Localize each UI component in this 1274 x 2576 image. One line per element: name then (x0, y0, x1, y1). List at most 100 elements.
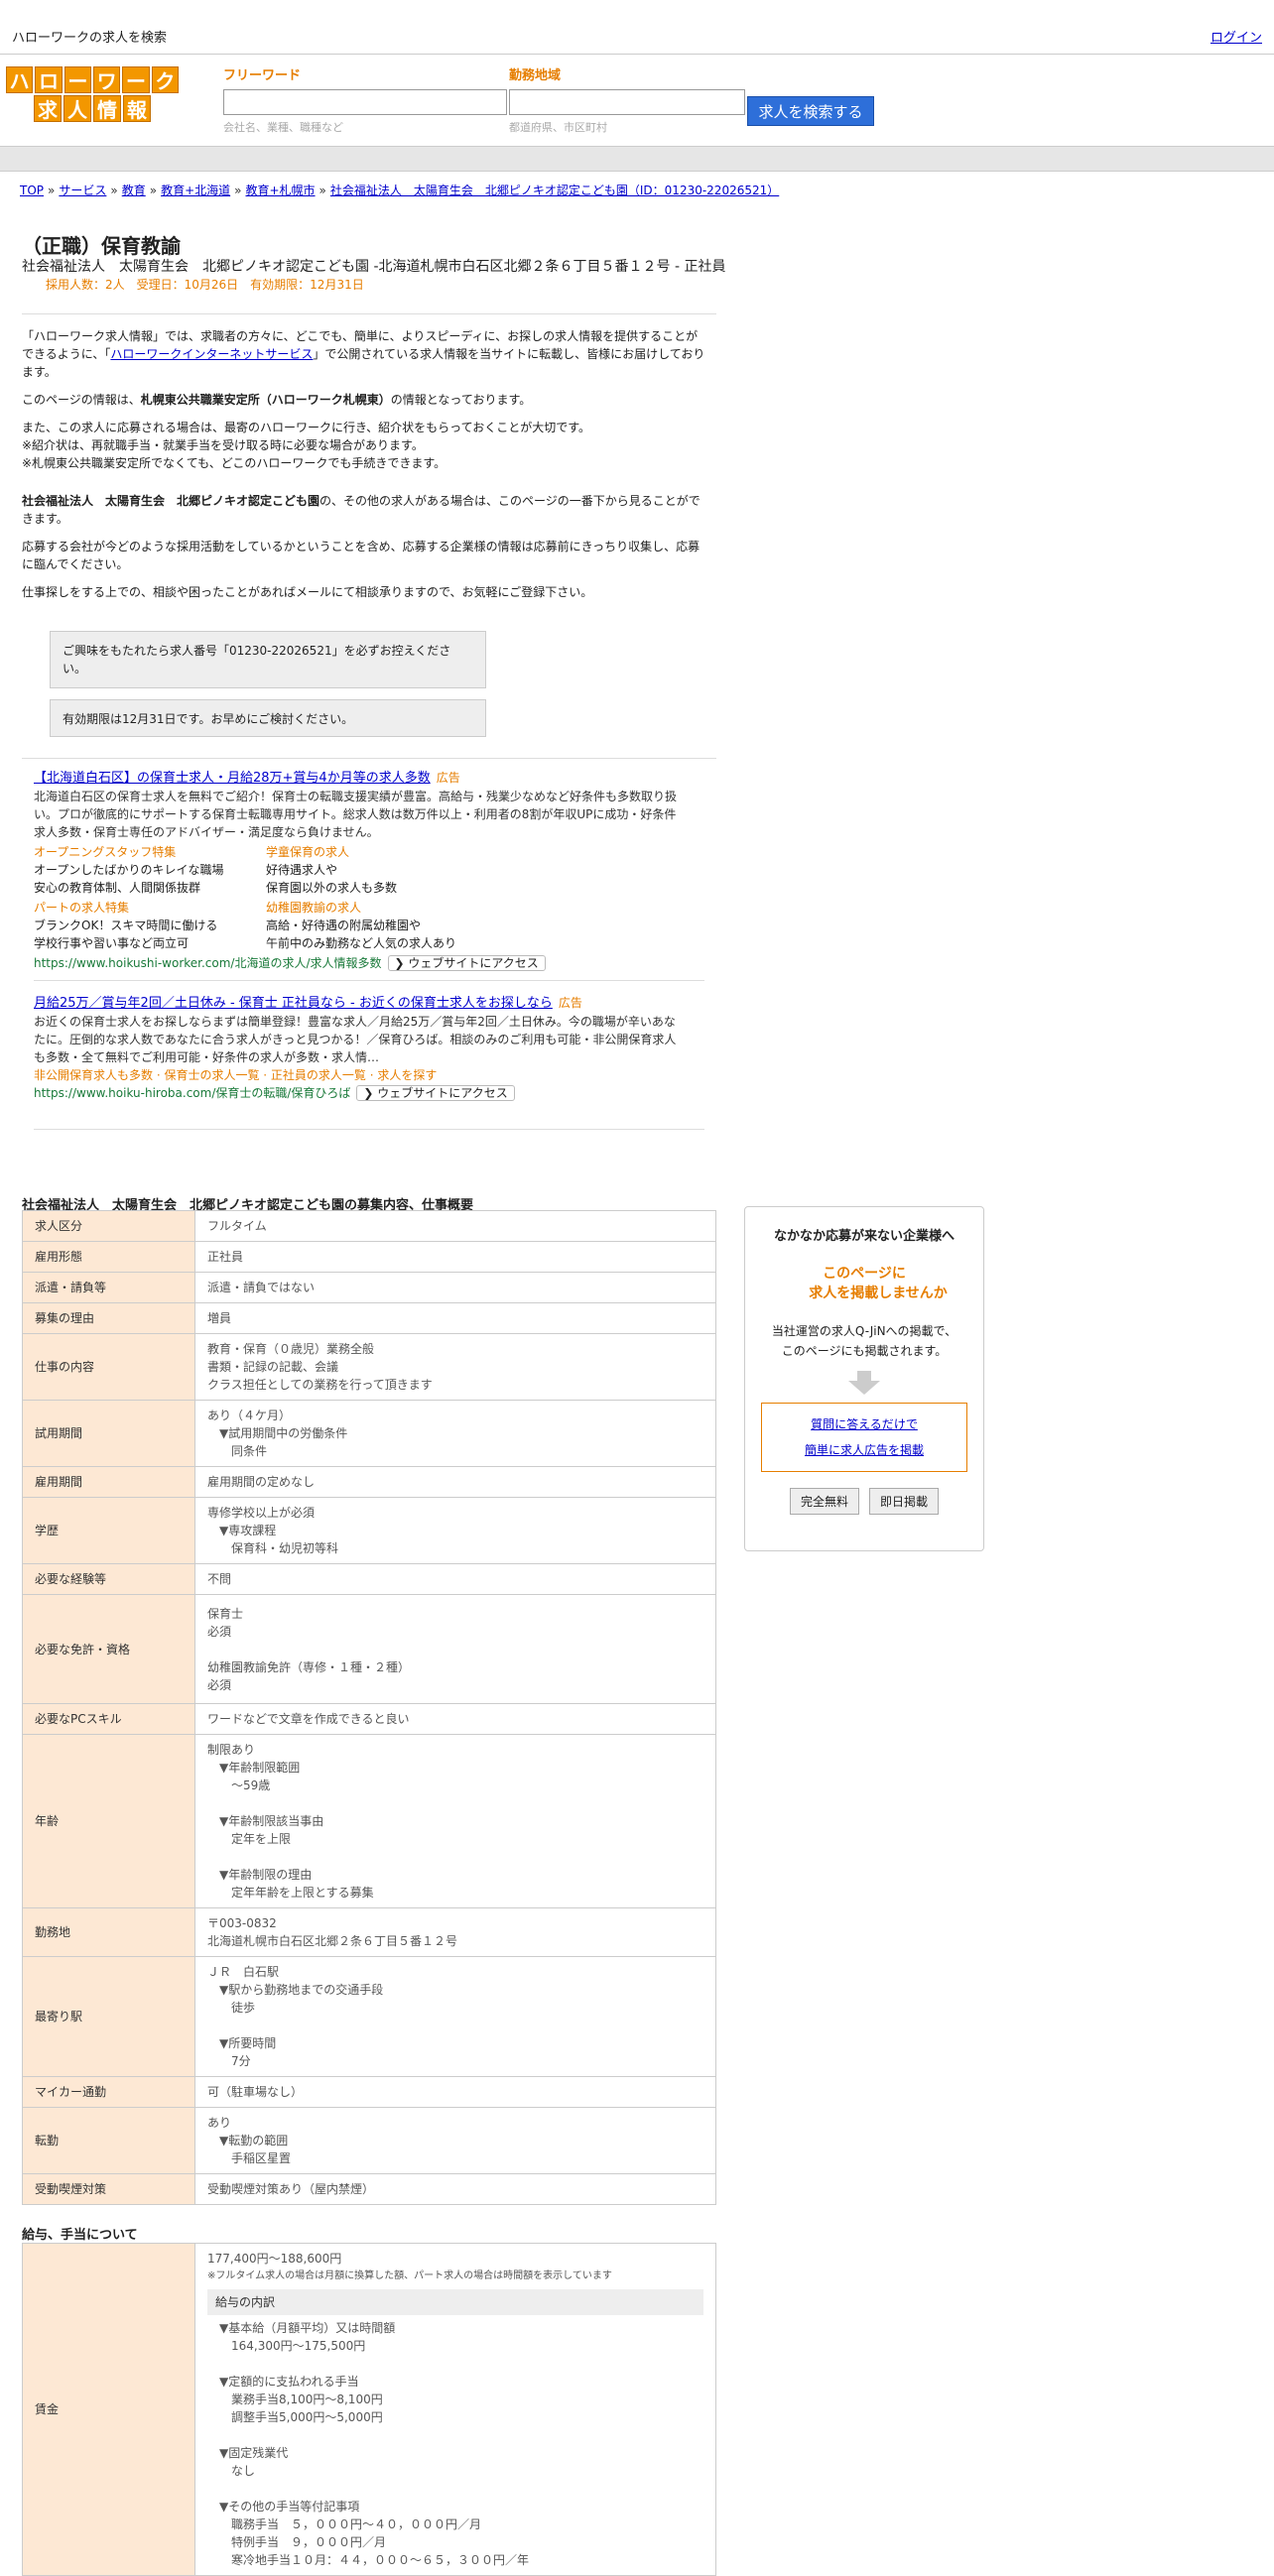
ad-1-sitelink-4[interactable]: 幼稚園教諭の求人 (266, 899, 456, 917)
row-label: 雇用形態 (22, 1241, 195, 1273)
hellowork-internet-service-link[interactable]: ハローワークインターネットサービス (110, 347, 313, 361)
row-label: 受動喫煙対策 (22, 2173, 195, 2205)
breadcrumb-education-hokkaido[interactable]: 教育+北海道 (161, 184, 230, 197)
login-link[interactable]: ログイン (1210, 27, 1262, 46)
freeword-label: フリーワード (223, 68, 302, 83)
table-row: 転勤 あり ▼転勤の範囲 手稲区星置 (22, 2107, 716, 2174)
row-value: 保育士 必須 幼稚園教諭免許（専修・１種・２種） 必須 (194, 1594, 716, 1704)
row-value: 増員 (194, 1302, 716, 1334)
row-value-line: ▼試用期間中の労働条件 (207, 1426, 348, 1440)
breadcrumb-education-sapporo[interactable]: 教育+札幌市 (245, 184, 315, 197)
post-job-link-1[interactable]: 質問に答えるだけで (811, 1417, 918, 1431)
ad-2-text: お近くの保育士求人をお探しならまずは簡単登録！豊富な求人／月給25万／賞与年2回… (34, 1015, 677, 1064)
salary-line: 特例手当 ９，０００円／月 (219, 2535, 387, 2549)
ad-1-sitelink-3-desc: 学校行事や習い事など両立可 (34, 936, 190, 950)
header: ハローワーク 求人情報 フリーワード 会社名、業種、職種など 勤務地域 都道府県… (0, 55, 1274, 146)
logo-char: ー (122, 66, 150, 93)
post-job-link-2[interactable]: 簡単に求人広告を掲載 (805, 1443, 924, 1457)
row-value-line: 定年年齢を上限とする募集 (207, 1886, 374, 1900)
row-value-line: 〒003-0832 (207, 1916, 277, 1930)
salary-line (219, 2355, 703, 2373)
row-value: あり（４ケ月） ▼試用期間中の労働条件 同条件 (194, 1400, 716, 1467)
ad-2-sitelinks[interactable]: 非公開保育求人も多数 · 保育士の求人一覧 · 正社員の求人一覧 · 求人を探す (34, 1066, 679, 1084)
ad-1-sitelink-1-desc: オープンしたばかりのキレイな職場 (34, 863, 224, 877)
ad-1-sitelink-1-desc: 安心の教育体制、人間関係抜群 (34, 881, 201, 895)
free-badge: 完全無料 (789, 1488, 859, 1515)
table-row: 学歴 専修学校以上が必須 ▼専攻課程 保育科・幼児初等科 (22, 1497, 716, 1564)
logo-char: ロ (35, 66, 63, 93)
row-value-line: ▼転勤の範囲 (207, 2134, 289, 2147)
salary-line: 寒冷地手当１０月：４４，０００〜６５，３００円／年 (219, 2553, 530, 2567)
site-title: ハローワークの求人を検索 (12, 31, 168, 46)
row-label: 試用期間 (22, 1400, 195, 1467)
ad-2-title[interactable]: 月給25万／賞与年2回／土日休み - 保育士 正社員なら - お近くの保育士求人… (34, 996, 553, 1011)
job-info-table: 求人区分 フルタイム 雇用形態 正社員 派遣・請負等 派遣・請負ではない 募集の理由 増員 仕事… (22, 1210, 716, 2205)
salary-line: 164,300円〜175,500円 (219, 2339, 366, 2353)
ad-1-sitelink-3[interactable]: パートの求人特集 (34, 899, 242, 917)
intro-p1: 「ハローワーク求人情報」では、求職者の方々に、どこでも、簡単に、よりスピーディに… (22, 329, 705, 379)
table-row: 必要なPCスキル ワードなどで文章を作成できると良い (22, 1703, 716, 1735)
row-value: 教育・保育（０歳児）業務全般 書類・記録の記載、会議 クラス担任としての業務を行って… (194, 1333, 716, 1401)
row-label: 賃金 (22, 2243, 195, 2576)
breadcrumb-top[interactable]: TOP (20, 184, 44, 197)
ad-1-url[interactable]: https://www.hoikushi-worker.com/北海道の求人/求… (34, 956, 382, 970)
search-button[interactable]: 求人を検索する (747, 96, 874, 126)
ad-1-sitelink-2-desc: 好待遇求人や (266, 863, 338, 877)
ad-1-sitelink-2[interactable]: 学童保育の求人 (266, 843, 397, 861)
row-value: 制限あり ▼年齢制限範囲 〜59歳 ▼年齢制限該当事由 定年を上限 ▼年齢制限の… (194, 1734, 716, 1908)
breadcrumb-education[interactable]: 教育 (122, 184, 146, 197)
row-label: 年齢 (22, 1734, 195, 1908)
salary-line: ▼基本給（月額平均）又は時間額 (219, 2321, 396, 2335)
row-value-line: あり (207, 2116, 232, 2130)
area-input[interactable] (509, 89, 745, 115)
row-value: 派遣・請負ではない (194, 1272, 716, 1303)
logo-char: ハ (6, 66, 34, 93)
intro-p3: また、この求人に応募される場合は、最寄のハローワークに行き、紹介状をもらっておく… (22, 421, 591, 470)
row-value-line: ▼年齢制限の理由 (207, 1868, 313, 1882)
salary-line (219, 2426, 703, 2444)
salary-line (219, 2480, 703, 2498)
row-label: 学歴 (22, 1497, 195, 1564)
ad-1-title[interactable]: 【北海道白石区】の保育士求人・月給28万+賞与4か月等の求人多数 (34, 771, 431, 786)
row-value-line: 北海道札幌市白石区北郷２条６丁目５番１２号 (207, 1934, 458, 1948)
row-value: 可（駐車場なし） (194, 2076, 716, 2108)
ad-1-sitelink-1[interactable]: オープニングスタッフ特集 (34, 843, 242, 861)
down-arrow-icon (848, 1381, 880, 1395)
salary-note: ※フルタイム求人の場合は月額に換算した額、パート求人の場合は時間額を表示していま… (207, 2270, 612, 2281)
ad-1-access-button[interactable]: ❯ ウェブサイトにアクセス (387, 955, 546, 971)
row-value-line: 同条件 (207, 1444, 268, 1458)
ad-badge: 広告 (436, 771, 460, 785)
row-value-line: 書類・記録の記載、会議 (207, 1360, 339, 1374)
job-number-note: ご興味をもたれたら求人番号「01230-22026521」を必ずお控えください。 (50, 631, 486, 688)
row-value: あり ▼転勤の範囲 手稲区星置 (194, 2107, 716, 2174)
table-row: 派遣・請負等 派遣・請負ではない (22, 1272, 716, 1303)
row-value-line: 手稲区星置 (207, 2151, 292, 2165)
salary-line: 調整手当5,000円〜5,000円 (219, 2410, 383, 2424)
breadcrumb-service[interactable]: サービス (59, 184, 106, 197)
table-row: 年齢 制限あり ▼年齢制限範囲 〜59歳 ▼年齢制限該当事由 定年を上限 ▼年齢制… (22, 1734, 716, 1908)
salary-line: ▼その他の手当等付記事項 (219, 2500, 360, 2514)
salary-line: ▼固定残業代 (219, 2446, 289, 2460)
job-title: （正職）保育教諭 (22, 234, 181, 258)
row-label: 求人区分 (22, 1210, 195, 1242)
intro-p5: 応募する会社が今どのような採用活動をしているかということを含め、応募する企業様の… (22, 540, 701, 571)
row-value-line: ワードなどで文章を作成できると良い (207, 1712, 410, 1726)
row-value: ＪＲ 白石駅 ▼駅から勤務地までの交通手段 徒歩 ▼所要時間 7分 (194, 1956, 716, 2077)
row-value-line: ▼所要時間 (207, 2036, 277, 2050)
row-value-line: 7分 (207, 2054, 251, 2068)
ad-block-2: 月給25万／賞与年2回／土日休み - 保育士 正社員なら - お近くの保育士求人… (34, 994, 679, 1102)
row-value-line: 受動喫煙対策あり（屋内禁煙） (207, 2182, 375, 2196)
ad-2-access-button[interactable]: ❯ ウェブサイトにアクセス (356, 1085, 515, 1101)
row-value-line (207, 1794, 703, 1812)
row-value: 専修学校以上が必須 ▼専攻課程 保育科・幼児初等科 (194, 1497, 716, 1564)
hellowork-logo[interactable]: ハローワーク 求人情報 (6, 66, 179, 122)
ad-2-url[interactable]: https://www.hoiku-hiroba.com/保育士の転職/保育ひろ… (34, 1086, 350, 1100)
freeword-input[interactable] (223, 89, 507, 115)
ad-1-sitelink-4-desc: 高給・好待遇の附属幼稚園や (266, 919, 422, 932)
row-value-line: 徒歩 (207, 2001, 256, 2015)
salary-line: 職務手当 ５，０００円〜４０，０００円／月 (219, 2517, 482, 2531)
breadcrumb-company[interactable]: 社会福祉法人 太陽育生会 北郷ピノキオ認定こども園（ID：01230-22026… (330, 184, 779, 197)
table-row: マイカー通勤 可（駐車場なし） (22, 2076, 716, 2108)
salary-line: なし (219, 2464, 256, 2478)
row-value: 〒003-0832 北海道札幌市白石区北郷２条６丁目５番１２号 (194, 1907, 716, 1957)
